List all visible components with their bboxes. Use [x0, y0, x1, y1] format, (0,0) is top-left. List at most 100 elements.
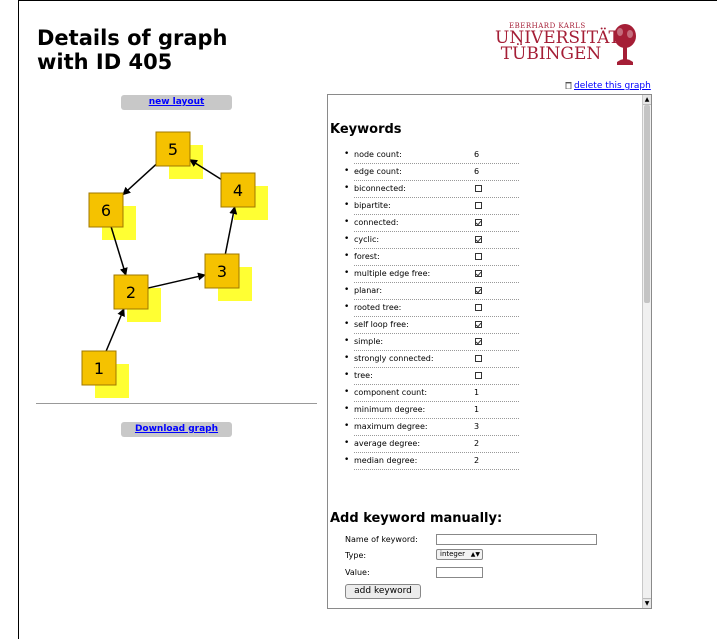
checked-checkbox	[475, 287, 482, 294]
keyword-item: simple:	[344, 335, 519, 352]
keywords-list: node count: 6 edge count: 6 biconnected: bipa…	[344, 148, 519, 471]
download-graph-label: Download graph	[134, 424, 219, 434]
unchecked-checkbox	[475, 355, 482, 362]
keyword-value: 1	[474, 388, 480, 397]
checked-checkbox	[475, 338, 482, 345]
graph-edge	[224, 206, 238, 255]
keyword-item: median degree: 2	[344, 454, 519, 471]
graph-canvas: 1 2 3 4 5 6	[36, 113, 317, 404]
title-line-2: with ID 405	[37, 50, 173, 74]
keyword-item: bipartite:	[344, 199, 519, 216]
keyword-divider	[354, 265, 519, 266]
panel-scrollbar[interactable]: ▲ ▼	[642, 95, 651, 608]
checked-checkbox	[475, 270, 482, 277]
keyword-divider	[354, 350, 519, 351]
keyword-item: maximum degree: 3	[344, 420, 519, 437]
keyword-label: maximum degree:	[354, 422, 428, 431]
node-label: 3	[217, 262, 227, 281]
keyword-divider	[354, 163, 519, 164]
keyword-divider	[354, 197, 519, 198]
keyword-divider	[354, 384, 519, 385]
checked-checkbox	[475, 321, 482, 328]
keyword-label: forest:	[354, 252, 380, 261]
keyword-label: self loop free:	[354, 320, 409, 329]
keyword-label: minimum degree:	[354, 405, 426, 414]
keyword-value: 2	[474, 456, 480, 465]
keyword-item: rooted tree:	[344, 301, 519, 318]
keyword-divider	[354, 214, 519, 215]
delete-graph-link[interactable]: delete this graph	[565, 81, 651, 91]
download-graph-button[interactable]: Download graph	[121, 422, 232, 437]
keyword-item: connected:	[344, 216, 519, 233]
keyword-name-label: Name of keyword:	[345, 535, 418, 544]
scroll-down-icon[interactable]: ▼	[643, 598, 651, 608]
keyword-divider	[354, 231, 519, 232]
keyword-label: bipartite:	[354, 201, 391, 210]
keyword-label: median degree:	[354, 456, 418, 465]
keyword-item: multiple edge free:	[344, 267, 519, 284]
unchecked-checkbox	[475, 253, 482, 260]
page-title: Details of graph with ID 405	[37, 26, 297, 74]
keyword-label: tree:	[354, 371, 373, 380]
node-label: 5	[168, 140, 178, 159]
keyword-divider	[354, 452, 519, 453]
keyword-item: component count: 1	[344, 386, 519, 403]
logo-text: UNIVERSITÄT TÜBINGEN	[495, 30, 620, 64]
title-line-1: Details of graph	[37, 26, 228, 50]
unchecked-checkbox	[475, 372, 482, 379]
scroll-up-icon[interactable]: ▲	[643, 95, 651, 105]
keyword-value-label: Value:	[345, 568, 370, 577]
keyword-label: rooted tree:	[354, 303, 402, 312]
keyword-divider	[354, 367, 519, 368]
new-layout-button[interactable]: new layout	[121, 95, 232, 110]
keyword-type-label: Type:	[345, 551, 367, 560]
node-label: 4	[233, 181, 243, 200]
keyword-type-select[interactable]: integer ▲▼	[436, 549, 483, 560]
graph-edge	[122, 163, 157, 196]
delete-graph-label: delete this graph	[574, 81, 651, 91]
keyword-name-input[interactable]	[436, 534, 597, 545]
graph-drawing: 1 2 3 4 5 6	[81, 131, 268, 398]
keyword-divider	[354, 180, 519, 181]
keyword-item: minimum degree: 1	[344, 403, 519, 420]
keyword-label: simple:	[354, 337, 384, 346]
select-arrows-icon: ▲▼	[470, 551, 480, 558]
unchecked-checkbox	[475, 304, 482, 311]
graph-edge	[147, 272, 206, 289]
scrollbar-thumb[interactable]	[644, 105, 650, 303]
unchecked-checkbox	[475, 202, 482, 209]
keyword-divider	[354, 435, 519, 436]
unchecked-checkbox	[475, 185, 482, 192]
logo-line-2: TÜBINGEN	[500, 44, 602, 64]
checked-checkbox	[475, 219, 482, 226]
add-keyword-button[interactable]: add keyword	[345, 584, 421, 599]
keyword-item: average degree: 2	[344, 437, 519, 454]
keyword-item: forest:	[344, 250, 519, 267]
keyword-item: strongly connected:	[344, 352, 519, 369]
keyword-label: cyclic:	[354, 235, 380, 244]
keyword-label: strongly connected:	[354, 354, 434, 363]
new-layout-label: new layout	[148, 97, 205, 107]
keyword-item: tree:	[344, 369, 519, 386]
keyword-divider	[354, 316, 519, 317]
keyword-item: biconnected:	[344, 182, 519, 199]
keyword-value: 6	[474, 150, 480, 159]
keyword-label: connected:	[354, 218, 399, 227]
keyword-divider	[354, 401, 519, 402]
keyword-divider	[354, 418, 519, 419]
keyword-divider	[354, 282, 519, 283]
add-keyword-heading: Add keyword manually:	[330, 511, 503, 526]
tree-logo-icon	[614, 24, 636, 65]
keyword-value-input[interactable]	[436, 567, 483, 578]
keyword-item: edge count: 6	[344, 165, 519, 182]
keyword-divider	[354, 248, 519, 249]
node-label: 2	[126, 283, 136, 302]
keyword-divider	[354, 299, 519, 300]
graph-edge	[105, 308, 125, 352]
keywords-panel: Keywords node count: 6 edge count: 6 biconne…	[327, 94, 652, 609]
keyword-type-value: integer	[440, 550, 466, 558]
keyword-item: self loop free:	[344, 318, 519, 335]
keyword-value: 1	[474, 405, 480, 414]
keyword-item: node count: 6	[344, 148, 519, 165]
keyword-value: 3	[474, 422, 480, 431]
